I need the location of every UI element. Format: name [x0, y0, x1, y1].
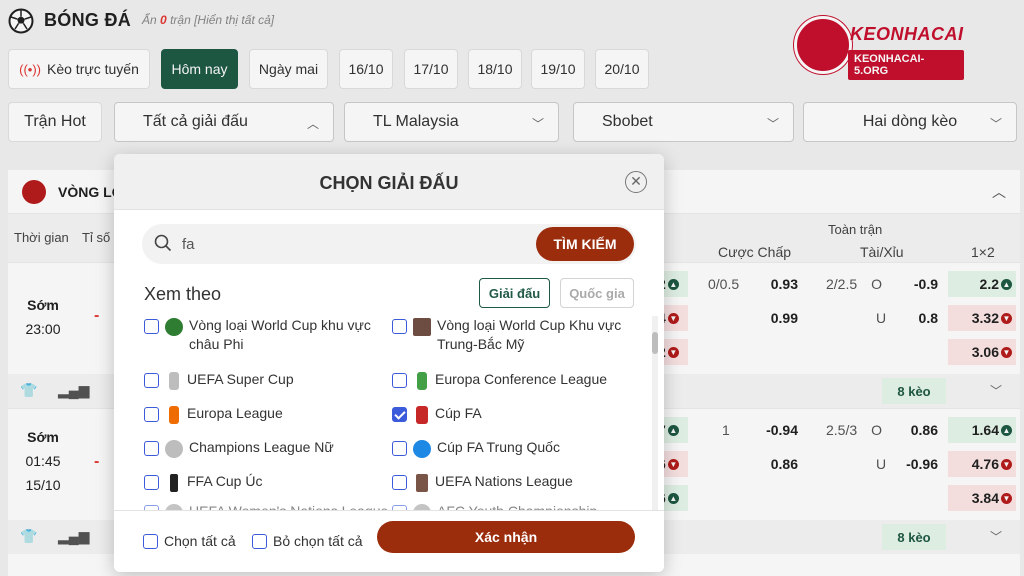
league-logo-icon — [417, 372, 427, 390]
search-input[interactable] — [182, 224, 532, 264]
league-option[interactable]: UEFA Nations League — [392, 472, 637, 492]
league-logo-icon — [165, 440, 183, 458]
league-option[interactable]: UEFA Super Cup — [144, 370, 389, 390]
close-icon[interactable]: ✕ — [625, 171, 647, 193]
league-option[interactable]: UEFA Women's Nations League — [144, 502, 389, 510]
league-checkbox[interactable] — [144, 475, 159, 490]
league-logo-icon — [169, 406, 179, 424]
league-picker-modal: CHỌN GIẢI ĐẤU ✕ TÌM KIẾM Xem theo Giải đ… — [114, 154, 664, 572]
league-logo-icon — [413, 440, 431, 458]
league-checkbox[interactable] — [392, 319, 407, 334]
league-option[interactable]: Vòng loại World Cup khu vực châu Phi — [144, 316, 389, 354]
view-by-country-button[interactable]: Quốc gia — [560, 278, 634, 308]
modal-header: CHỌN GIẢI ĐẤU ✕ — [114, 154, 664, 210]
league-list-scrollbar[interactable] — [652, 316, 658, 510]
league-logo-icon — [416, 474, 428, 492]
search-box: TÌM KIẾM — [142, 224, 636, 264]
league-logo-icon — [170, 474, 178, 492]
view-by-label: Xem theo — [144, 284, 222, 304]
league-checkbox[interactable] — [144, 407, 159, 422]
league-checkbox[interactable] — [392, 407, 407, 422]
league-logo-icon — [416, 406, 428, 424]
league-logo-icon — [165, 318, 183, 336]
league-option[interactable]: Europa League — [144, 404, 389, 424]
league-option[interactable]: Europa Conference League — [392, 370, 637, 390]
scroll-thumb[interactable] — [652, 332, 658, 354]
select-all-option[interactable]: Chọn tất cả — [143, 533, 236, 549]
modal-footer: Chọn tất cả Bỏ chọn tất cả Xác nhận — [114, 510, 664, 572]
league-checkbox[interactable] — [144, 319, 159, 334]
deselect-all-checkbox[interactable] — [252, 533, 267, 549]
confirm-button[interactable]: Xác nhận — [377, 521, 635, 553]
league-checkbox[interactable] — [392, 441, 407, 456]
league-option[interactable]: Cúp FA Trung Quốc — [392, 438, 637, 458]
league-logo-icon — [169, 372, 179, 390]
league-option[interactable]: Champions League Nữ — [144, 438, 389, 458]
league-option[interactable]: AFC Youth Championship — [392, 502, 637, 510]
view-by-league-button[interactable]: Giải đấu — [479, 278, 550, 308]
deselect-all-option[interactable]: Bỏ chọn tất cả — [252, 533, 363, 549]
league-checkbox[interactable] — [144, 441, 159, 456]
league-option[interactable]: Cúp FA — [392, 404, 637, 424]
league-option[interactable]: FFA Cup Úc — [144, 472, 389, 492]
search-button[interactable]: TÌM KIẾM — [536, 227, 634, 261]
league-checkbox[interactable] — [144, 373, 159, 388]
modal-title: CHỌN GIẢI ĐẤU — [319, 173, 459, 193]
league-list: Vòng loại World Cup khu vực châu Phi Vòn… — [134, 316, 648, 510]
league-logo-icon — [413, 318, 431, 336]
search-icon — [154, 234, 172, 252]
league-checkbox[interactable] — [392, 475, 407, 490]
league-checkbox[interactable] — [392, 373, 407, 388]
select-all-checkbox[interactable] — [143, 533, 158, 549]
league-option[interactable]: Vòng loại World Cup Khu vực Trung-Bắc Mỹ — [392, 316, 637, 354]
